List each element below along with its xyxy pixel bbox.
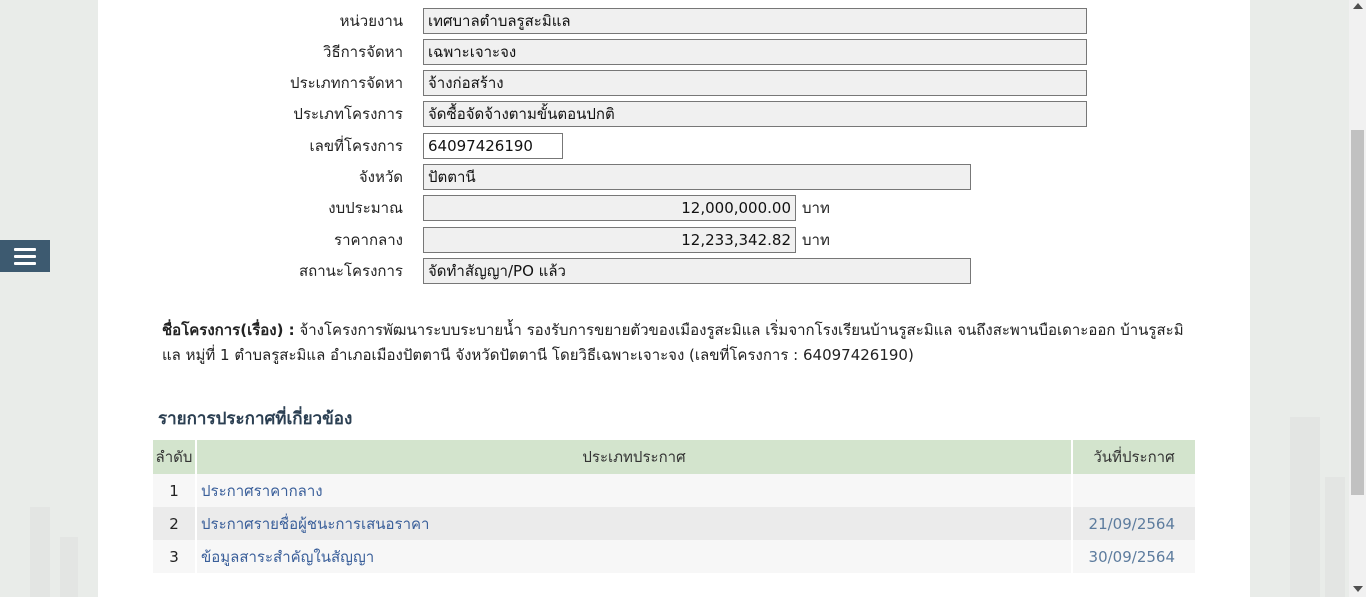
form-row-status: สถานะโครงการ จัดทำสัญญา/PO แล้ว (98, 258, 971, 284)
announcement-date: 21/09/2564 (1072, 507, 1195, 540)
project-number-field: 64097426190 (423, 133, 563, 159)
background-decoration (30, 507, 50, 597)
background-decoration (60, 537, 78, 597)
row-index: 1 (153, 474, 197, 507)
project-name-label: ชื่อโครงการ(เรื่อง) : (162, 321, 295, 339)
median-price-unit: บาท (802, 231, 830, 249)
status-label: สถานะโครงการ (298, 262, 403, 280)
form-row-procurement-type: ประเภทการจัดหา จ้างก่อสร้าง (98, 70, 1087, 96)
background-decoration (1290, 417, 1320, 597)
budget-label: งบประมาณ (328, 199, 403, 217)
form-row-method: วิธีการจัดหา เฉพาะเจาะจง (98, 39, 1087, 65)
method-label: วิธีการจัดหา (323, 43, 403, 61)
scrollbar-thumb[interactable] (1351, 130, 1364, 495)
row-index: 3 (153, 540, 197, 573)
project-description: ชื่อโครงการ(เรื่อง) : จ้างโครงการพัฒนาระ… (162, 318, 1192, 368)
column-header-date: วันที่ประกาศ (1072, 440, 1195, 474)
project-name-text: จ้างโครงการพัฒนาระบบระบายน้ำ รองรับการขย… (162, 321, 1184, 364)
hamburger-menu-icon[interactable] (0, 240, 50, 272)
table-row: 1 ประกาศราคากลาง (153, 474, 1195, 507)
project-type-label: ประเภทโครงการ (293, 105, 403, 123)
announcements-table: ลำดับ ประเภทประกาศ วันที่ประกาศ 1 ประกาศ… (153, 440, 1195, 573)
procurement-type-field: จ้างก่อสร้าง (423, 70, 1087, 96)
procurement-type-label: ประเภทการจัดหา (290, 74, 403, 92)
announcement-date: 30/09/2564 (1072, 540, 1195, 573)
column-header-index: ลำดับ (153, 440, 197, 474)
announcement-date (1072, 474, 1195, 507)
status-field: จัดทำสัญญา/PO แล้ว (423, 258, 971, 284)
median-price-field: 12,233,342.82 (423, 227, 796, 253)
background-decoration (1325, 477, 1345, 597)
province-field: ปัตตานี (423, 164, 971, 190)
vertical-scrollbar[interactable] (1349, 0, 1366, 597)
table-row: 2 ประกาศรายชื่อผู้ชนะการเสนอราคา 21/09/2… (153, 507, 1195, 540)
budget-field: 12,000,000.00 (423, 195, 796, 221)
budget-unit: บาท (802, 199, 830, 217)
agency-label: หน่วยงาน (339, 12, 403, 30)
form-row-agency: หน่วยงาน เทศบาลตำบลรูสะมิแล (98, 8, 1087, 34)
scroll-down-arrow-icon[interactable] (1353, 586, 1363, 592)
province-label: จังหวัด (358, 168, 403, 186)
announcement-link[interactable]: ประกาศราคากลาง (201, 482, 323, 500)
table-row: 3 ข้อมูลสาระสำคัญในสัญญา 30/09/2564 (153, 540, 1195, 573)
main-content: หน่วยงาน เทศบาลตำบลรูสะมิแล วิธีการจัดหา… (98, 0, 1250, 597)
project-type-field: จัดซื้อจัดจ้างตามขั้นตอนปกติ (423, 101, 1087, 127)
form-row-project-type: ประเภทโครงการ จัดซื้อจัดจ้างตามขั้นตอนปก… (98, 101, 1087, 127)
column-header-type: ประเภทประกาศ (196, 440, 1073, 474)
scroll-up-arrow-icon[interactable] (1353, 3, 1363, 9)
project-number-label: เลขที่โครงการ (309, 137, 404, 155)
form-row-province: จังหวัด ปัตตานี (98, 164, 971, 190)
announcement-link[interactable]: ประกาศรายชื่อผู้ชนะการเสนอราคา (201, 515, 429, 533)
method-field: เฉพาะเจาะจง (423, 39, 1087, 65)
announcement-link[interactable]: ข้อมูลสาระสำคัญในสัญญา (201, 548, 374, 566)
row-index: 2 (153, 507, 197, 540)
announcements-title: รายการประกาศที่เกี่ยวข้อง (158, 409, 353, 429)
agency-field: เทศบาลตำบลรูสะมิแล (423, 8, 1087, 34)
form-row-project-number: เลขที่โครงการ 64097426190 (98, 133, 563, 159)
form-row-budget: งบประมาณ 12,000,000.00 บาท (98, 195, 830, 221)
form-row-median-price: ราคากลาง 12,233,342.82 บาท (98, 227, 830, 253)
median-price-label: ราคากลาง (334, 231, 403, 249)
